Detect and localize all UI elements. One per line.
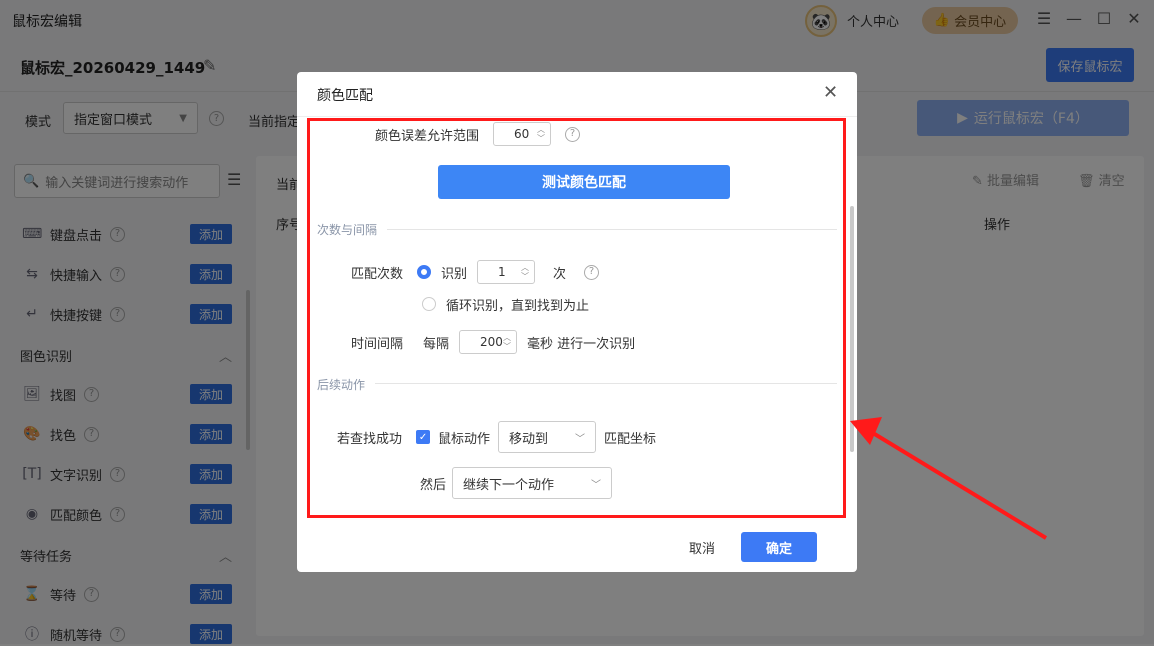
- chevron-down-icon: ﹀: [591, 479, 602, 491]
- if-found-row: 若查找成功 ✓ 鼠标动作 移动到 ﹀ 匹配坐标: [337, 421, 656, 453]
- dialog-title: 颜色匹配: [317, 88, 373, 104]
- mouse-action-value: 移动到: [509, 431, 549, 447]
- section-divider: [375, 383, 837, 384]
- mouse-action-select[interactable]: 移动到 ﹀: [498, 421, 597, 453]
- section-count-interval: 次数与间隔: [317, 223, 378, 237]
- interval-label: 时间间隔: [351, 336, 404, 352]
- stepper-arrows-icon[interactable]: ︿ ﹀: [537, 125, 545, 143]
- then-action-select[interactable]: 继续下一个动作 ﹀: [452, 467, 613, 499]
- dialog-scrollbar[interactable]: [850, 206, 854, 452]
- interval-value: 200: [480, 335, 503, 349]
- loop-radio[interactable]: [422, 297, 436, 311]
- tolerance-row: 颜色误差允许范围 60 ︿ ﹀ ?: [375, 122, 581, 146]
- section-divider: [387, 229, 837, 230]
- stepper-arrows-icon[interactable]: ︿ ﹀: [503, 333, 511, 351]
- help-icon[interactable]: ?: [584, 264, 600, 280]
- match-count-row: 匹配次数 识别 1 ︿ ﹀ 次 ?: [351, 260, 600, 284]
- tolerance-value: 60: [514, 127, 530, 141]
- dialog-divider: [297, 116, 857, 117]
- cancel-button[interactable]: 取消: [677, 532, 727, 562]
- ok-button[interactable]: 确定: [741, 532, 817, 562]
- section-followup: 后续动作: [317, 378, 366, 392]
- recognize-radio[interactable]: [417, 265, 432, 279]
- interval-row: 时间间隔 每隔 200 ︿ ﹀ 毫秒 进行一次识别: [351, 330, 635, 354]
- every-label: 每隔: [423, 336, 450, 352]
- recognize-count-stepper[interactable]: 1 ︿ ﹀: [477, 260, 536, 284]
- if-found-label: 若查找成功: [337, 431, 403, 447]
- then-label: 然后: [420, 477, 447, 493]
- chevron-down-icon: ﹀: [575, 433, 586, 445]
- color-match-dialog: 颜色匹配 ✕ 颜色误差允许范围 60 ︿ ﹀ ? 测试颜色匹配 次数与间隔 匹配次…: [297, 72, 857, 572]
- recognize-label: 识别: [441, 266, 468, 282]
- loop-label: 循环识别，直到找到为止: [446, 298, 590, 314]
- interval-unit: 毫秒 进行一次识别: [527, 336, 636, 352]
- help-icon[interactable]: ?: [565, 126, 581, 142]
- recognize-count-value: 1: [498, 265, 506, 279]
- match-count-label: 匹配次数: [351, 266, 404, 282]
- then-row: 然后 继续下一个动作 ﹀: [420, 467, 613, 499]
- times-unit: 次: [553, 266, 567, 282]
- match-coord-label: 匹配坐标: [604, 431, 657, 447]
- stepper-arrows-icon[interactable]: ︿ ﹀: [521, 263, 529, 281]
- then-action-value: 继续下一个动作: [463, 477, 555, 493]
- close-icon[interactable]: ✕: [823, 82, 838, 103]
- mouse-action-checkbox[interactable]: ✓: [416, 430, 431, 444]
- loop-row: 循环识别，直到找到为止: [422, 294, 589, 314]
- tolerance-stepper[interactable]: 60 ︿ ﹀: [493, 122, 552, 146]
- mouse-action-label: 鼠标动作: [438, 431, 491, 447]
- test-color-match-button[interactable]: 测试颜色匹配: [438, 165, 730, 199]
- interval-stepper[interactable]: 200 ︿ ﹀: [459, 330, 518, 354]
- tolerance-label: 颜色误差允许范围: [375, 128, 480, 144]
